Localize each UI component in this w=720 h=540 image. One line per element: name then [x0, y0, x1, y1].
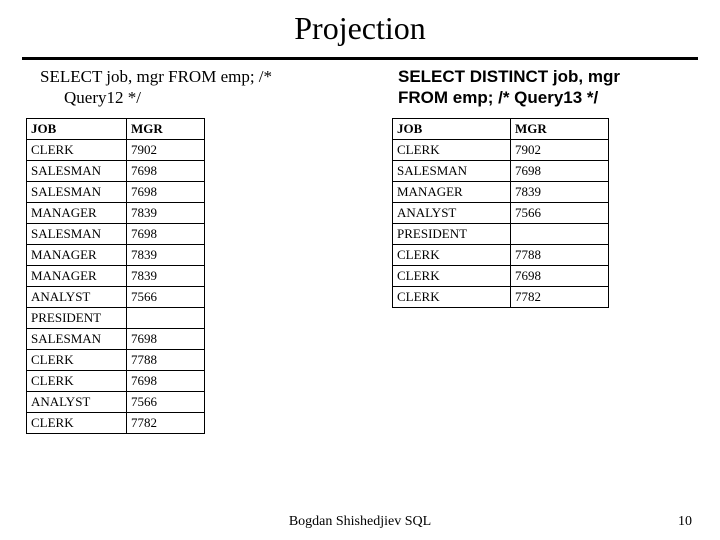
- col-header-mgr: MGR: [127, 119, 205, 140]
- table-cell: CLERK: [393, 140, 511, 161]
- table-header-row: JOB MGR: [27, 119, 205, 140]
- table-cell: 7566: [127, 287, 205, 308]
- table-cell: 7698: [127, 182, 205, 203]
- table-cell: ANALYST: [27, 287, 127, 308]
- table-cell: 7698: [127, 161, 205, 182]
- page-number: 10: [678, 514, 692, 530]
- table-cell: MANAGER: [393, 182, 511, 203]
- right-query-line2: FROM emp; /* Query13 */: [398, 87, 688, 108]
- table-cell: CLERK: [393, 266, 511, 287]
- right-query: SELECT DISTINCT job, mgr FROM emp; /* Qu…: [398, 66, 688, 109]
- table-cell: 7698: [127, 224, 205, 245]
- table-row: MANAGER7839: [27, 245, 205, 266]
- table-cell: SALESMAN: [393, 161, 511, 182]
- table-cell: 7566: [127, 392, 205, 413]
- table-cell: CLERK: [27, 140, 127, 161]
- table-cell: 7788: [127, 350, 205, 371]
- table-row: CLERK7698: [393, 266, 609, 287]
- slide-body: SELECT job, mgr FROM emp; /* Query12 */ …: [0, 60, 720, 70]
- table-row: SALESMAN7698: [393, 161, 609, 182]
- table-cell: CLERK: [393, 287, 511, 308]
- table-cell: CLERK: [27, 413, 127, 434]
- table-cell: SALESMAN: [27, 161, 127, 182]
- col-header-mgr: MGR: [511, 119, 609, 140]
- table-cell: 7902: [511, 140, 609, 161]
- table-cell: ANALYST: [27, 392, 127, 413]
- table-row: SALESMAN7698: [27, 224, 205, 245]
- left-result-table: JOB MGR CLERK7902SALESMAN7698SALESMAN769…: [26, 118, 205, 434]
- table-row: ANALYST7566: [393, 203, 609, 224]
- table-row: SALESMAN7698: [27, 182, 205, 203]
- table-cell: 7782: [511, 287, 609, 308]
- left-query: SELECT job, mgr FROM emp; /* Query12 */: [40, 66, 340, 109]
- slide: Projection SELECT job, mgr FROM emp; /* …: [0, 0, 720, 540]
- table-cell: [511, 224, 609, 245]
- table-cell: SALESMAN: [27, 182, 127, 203]
- table-cell: 7698: [511, 266, 609, 287]
- table-row: PRESIDENT: [27, 308, 205, 329]
- table-row: SALESMAN7698: [27, 161, 205, 182]
- table-row: CLERK7788: [393, 245, 609, 266]
- table-row: SALESMAN7698: [27, 329, 205, 350]
- right-query-line1: SELECT DISTINCT job, mgr: [398, 66, 688, 87]
- table-cell: 7902: [127, 140, 205, 161]
- table-row: CLERK7782: [27, 413, 205, 434]
- table-cell: SALESMAN: [27, 224, 127, 245]
- table-cell: 7698: [511, 161, 609, 182]
- table-row: MANAGER7839: [393, 182, 609, 203]
- table-cell: CLERK: [27, 350, 127, 371]
- table-cell: 7566: [511, 203, 609, 224]
- table-cell: 7839: [127, 245, 205, 266]
- table-cell: 7839: [511, 182, 609, 203]
- table-cell: CLERK: [393, 245, 511, 266]
- table-cell: MANAGER: [27, 266, 127, 287]
- right-result-table: JOB MGR CLERK7902SALESMAN7698MANAGER7839…: [392, 118, 609, 308]
- table-cell: ANALYST: [393, 203, 511, 224]
- left-query-line2: Query12 */: [40, 87, 340, 108]
- table-cell: PRESIDENT: [27, 308, 127, 329]
- table-cell: PRESIDENT: [393, 224, 511, 245]
- table-cell: 7698: [127, 329, 205, 350]
- table-cell: 7839: [127, 266, 205, 287]
- table-cell: MANAGER: [27, 203, 127, 224]
- col-header-job: JOB: [27, 119, 127, 140]
- left-query-line1: SELECT job, mgr FROM emp; /*: [40, 66, 340, 87]
- footer-text: Bogdan Shishedjiev SQL: [0, 514, 720, 530]
- table-row: ANALYST7566: [27, 287, 205, 308]
- table-cell: 7698: [127, 371, 205, 392]
- table-row: MANAGER7839: [27, 203, 205, 224]
- table-cell: SALESMAN: [27, 329, 127, 350]
- table-header-row: JOB MGR: [393, 119, 609, 140]
- table-row: ANALYST7566: [27, 392, 205, 413]
- table-row: CLERK7698: [27, 371, 205, 392]
- table-row: CLERK7902: [393, 140, 609, 161]
- slide-title: Projection: [0, 0, 720, 57]
- table-cell: 7788: [511, 245, 609, 266]
- table-cell: 7782: [127, 413, 205, 434]
- table-cell: CLERK: [27, 371, 127, 392]
- table-cell: 7839: [127, 203, 205, 224]
- col-header-job: JOB: [393, 119, 511, 140]
- table-row: CLERK7788: [27, 350, 205, 371]
- table-row: MANAGER7839: [27, 266, 205, 287]
- table-cell: MANAGER: [27, 245, 127, 266]
- table-row: CLERK7902: [27, 140, 205, 161]
- table-row: CLERK7782: [393, 287, 609, 308]
- table-row: PRESIDENT: [393, 224, 609, 245]
- table-cell: [127, 308, 205, 329]
